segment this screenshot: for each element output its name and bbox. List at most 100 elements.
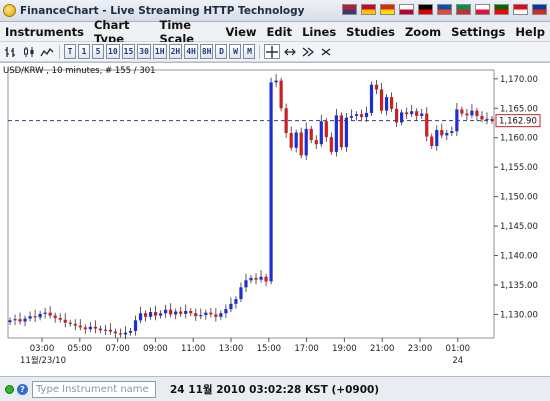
x-tick-label: 09:00: [143, 344, 168, 354]
candle: [63, 319, 67, 323]
menu-view[interactable]: View: [220, 25, 261, 39]
candle: [294, 132, 298, 148]
menu-lines[interactable]: Lines: [297, 25, 341, 39]
fr-flag-icon[interactable]: [437, 4, 452, 15]
candle: [123, 332, 128, 335]
candle: [349, 115, 354, 118]
menu-help[interactable]: Help: [510, 25, 550, 39]
x-tick-label: 17:00: [294, 344, 319, 354]
candle: [219, 313, 223, 317]
candle: [239, 287, 243, 300]
menu-settings[interactable]: Settings: [446, 25, 510, 39]
es-flag-icon[interactable]: [361, 4, 376, 15]
y-tick-label: 1,145.00: [500, 222, 538, 232]
y-tick-label: 1,150.00: [500, 193, 538, 203]
timeframe-button-1[interactable]: 1: [78, 44, 90, 59]
cn-flag-icon[interactable]: [380, 4, 395, 15]
candle: [284, 108, 288, 134]
timeframe-button-30[interactable]: 30: [137, 44, 151, 59]
x-tick-label: 05:00: [68, 344, 93, 354]
candle: [33, 316, 37, 318]
candle: [249, 277, 253, 281]
zoom-out-icon[interactable]: [318, 44, 334, 59]
y-tick-label: 1,135.00: [500, 281, 538, 291]
candle: [405, 112, 409, 115]
menu-instruments[interactable]: Instruments: [0, 25, 89, 39]
candle: [475, 110, 479, 116]
candle: [73, 323, 77, 326]
candle: [93, 326, 97, 329]
x-tick-label: 01:00: [446, 344, 471, 354]
candle: [43, 312, 47, 314]
y-tick-label: 1,160.00: [500, 134, 538, 144]
candle: [384, 97, 389, 111]
timeframe-button-2h[interactable]: 2H: [168, 44, 183, 59]
candle: [154, 312, 158, 316]
instrument-search-input[interactable]: [32, 380, 156, 398]
menu-bar: Instruments Chart Type Time Scale View E…: [0, 18, 550, 46]
x-tick-label: 03:00: [30, 344, 55, 354]
pan-icon[interactable]: [282, 44, 298, 59]
candle: [309, 128, 313, 141]
candle: [415, 111, 419, 116]
candle: [83, 327, 87, 330]
candle: [254, 277, 258, 280]
zoom-in-icon[interactable]: [300, 44, 316, 59]
candle: [159, 313, 163, 316]
ru-flag-icon[interactable]: [532, 4, 547, 15]
timeframe-button-10[interactable]: 10: [106, 44, 120, 59]
toolbar-separator: [259, 44, 261, 59]
timeframe-button-d[interactable]: D: [215, 44, 228, 59]
connection-status-icon: [5, 384, 14, 394]
price-chart[interactable]: 1,130.00 1,135.00 1,140.00 1,145.00 1,150.00…: [0, 62, 550, 376]
timeframe-button-m[interactable]: M: [243, 44, 256, 59]
jp-flag-icon[interactable]: [399, 4, 414, 15]
x-tick-label: 23:00: [408, 344, 433, 354]
candle: [199, 315, 203, 317]
de-flag-icon[interactable]: [418, 4, 433, 15]
candle: [113, 331, 118, 334]
candle: [359, 114, 364, 118]
app-logo-icon: [3, 4, 16, 17]
chart-instrument-label: USD/KRW , 10 minutes, # 155 / 301: [3, 66, 156, 76]
candle: [379, 89, 384, 111]
candle: [53, 315, 57, 318]
tr-flag-icon[interactable]: [513, 4, 528, 15]
candle: [38, 313, 42, 318]
candle: [28, 316, 32, 319]
candle: [314, 140, 318, 145]
candle: [460, 109, 464, 114]
line-chart-icon[interactable]: [39, 44, 55, 59]
timeframe-button-t[interactable]: T: [64, 44, 76, 59]
help-icon[interactable]: ?: [17, 383, 28, 395]
us-flag-icon[interactable]: [342, 4, 357, 15]
pl-flag-icon[interactable]: [475, 4, 490, 15]
candle: [374, 84, 379, 90]
status-bar: ? 24 11월 2010 03:02:28 KST (+0900): [0, 376, 550, 401]
timeframe-button-8h[interactable]: 8H: [199, 44, 214, 59]
menu-zoom[interactable]: Zoom: [400, 25, 446, 39]
pt-flag-icon[interactable]: [494, 4, 509, 15]
timeframe-button-15[interactable]: 15: [121, 44, 136, 59]
timeframe-button-4h[interactable]: 4H: [184, 44, 198, 59]
y-tick-label: 1,155.00: [500, 163, 538, 173]
candle: [364, 112, 369, 118]
timeframe-button-1h[interactable]: 1H: [152, 44, 167, 59]
menu-edit[interactable]: Edit: [262, 25, 298, 39]
candle: [234, 299, 238, 304]
y-tick-label: 1,165.00: [500, 104, 538, 114]
candle: [440, 130, 444, 136]
it-flag-icon[interactable]: [456, 4, 471, 15]
app-title: FinanceChart - Live Streaming HTTP Techn…: [20, 4, 305, 17]
x-tick-label: 13:00: [219, 344, 244, 354]
bar-chart-icon[interactable]: [3, 44, 19, 59]
candle: [480, 115, 484, 120]
candle: [48, 312, 52, 316]
x-tick-label: 11:00: [181, 344, 206, 354]
candlestick-icon[interactable]: [21, 44, 37, 59]
crosshair-icon[interactable]: [264, 44, 281, 59]
menu-studies[interactable]: Studies: [341, 25, 400, 39]
timeframe-button-5[interactable]: 5: [92, 44, 104, 59]
candle: [88, 326, 92, 330]
timeframe-button-w[interactable]: W: [229, 44, 242, 59]
